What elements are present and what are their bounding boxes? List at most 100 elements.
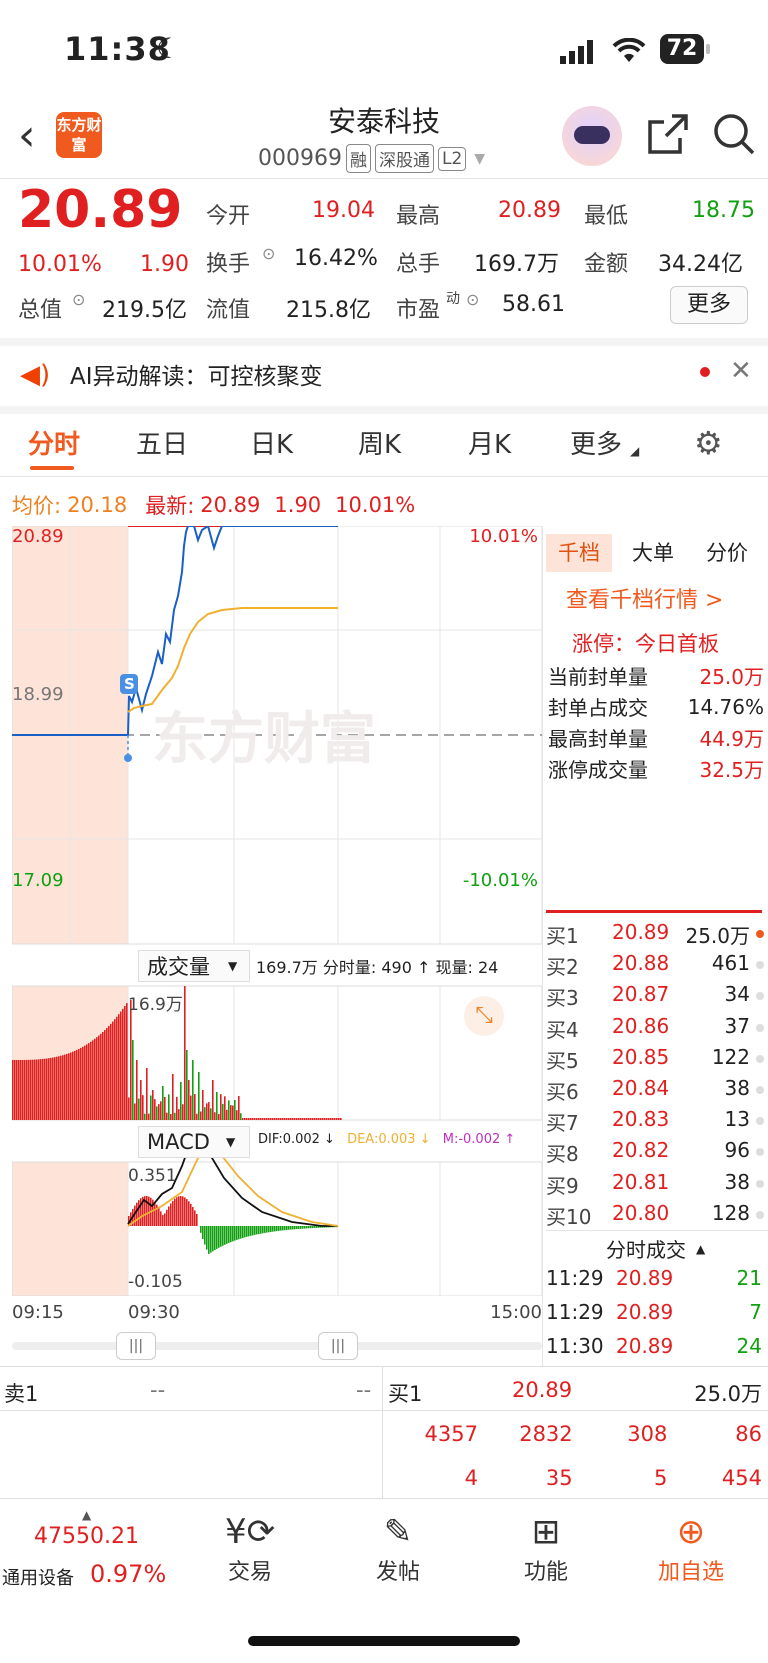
volume-bar xyxy=(176,1096,178,1120)
ai-assistant-avatar[interactable] xyxy=(562,106,622,166)
volume-bar xyxy=(188,1080,190,1120)
macd-bar xyxy=(178,1196,180,1226)
last-change: 1.90 xyxy=(274,493,322,517)
volume-bar xyxy=(230,1105,232,1120)
bid-row[interactable]: 买4 20.86 37 xyxy=(546,1014,768,1044)
info-icon[interactable]: ⊙ xyxy=(262,244,275,263)
bid1-price: 20.89 xyxy=(512,1378,573,1402)
macd-indicator-select[interactable]: MACD ▼ xyxy=(138,1126,250,1158)
macd-bar xyxy=(274,1226,276,1232)
macd-bar xyxy=(148,1196,150,1226)
volume-bar xyxy=(254,1118,256,1120)
nav-trade[interactable]: ¥⟳ 交易 xyxy=(210,1510,290,1586)
volume-bar xyxy=(326,1118,328,1120)
more-quote-button[interactable]: 更多 xyxy=(670,286,748,324)
tab-depth[interactable]: 千档 xyxy=(546,534,612,572)
macd-bar xyxy=(254,1226,256,1235)
volume-bar xyxy=(274,1118,276,1120)
volume-indicator-select[interactable]: 成交量 ▼ xyxy=(138,950,250,982)
close-icon[interactable]: ✕ xyxy=(730,356,752,386)
nav-post[interactable]: ✎ 发帖 xyxy=(358,1510,438,1586)
trade-row: 11:29 20.89 7 xyxy=(546,1300,768,1330)
bid-volume: 34 xyxy=(724,982,750,1007)
macd-bar xyxy=(280,1226,282,1231)
volume-bar xyxy=(164,1096,166,1120)
index-value[interactable]: 47550.21 xyxy=(34,1524,139,1549)
info-icon[interactable]: ⊙ xyxy=(466,290,479,309)
volume-bar xyxy=(302,1118,304,1120)
bid-row[interactable]: 买2 20.88 461 xyxy=(546,951,768,981)
intraday-chart[interactable]: 东方财富 S 20.89 18.99 17.09 10.01% -10.01% … xyxy=(12,526,542,1323)
index-pct[interactable]: 0.97% xyxy=(90,1560,166,1588)
volume-bar xyxy=(280,1118,282,1120)
tag-connect: 深股通 xyxy=(374,144,434,173)
macd-bar xyxy=(186,1199,188,1226)
expand-icon[interactable]: ⤡ xyxy=(464,996,504,1036)
tab-weekly[interactable]: 周K xyxy=(358,424,401,461)
range-handle-right[interactable]: ||| xyxy=(318,1332,358,1360)
tab-large-orders[interactable]: 大单 xyxy=(632,534,674,572)
bid-level: 买2 xyxy=(546,955,579,980)
index-name[interactable]: 通用设备 xyxy=(2,1564,74,1590)
stat-value: 25.0万 xyxy=(699,665,764,689)
macd-min-label: -0.105 xyxy=(128,1272,183,1292)
share-icon[interactable] xyxy=(646,112,690,160)
tab-indicator xyxy=(30,466,74,470)
macd-info: DIF:0.002 ↓ DEA:0.003 ↓ M:-0.002 ↑ xyxy=(258,1132,515,1147)
stat-label: 涨停成交量 xyxy=(548,758,648,782)
macd-bar xyxy=(258,1226,260,1235)
tag-margin: 融 xyxy=(345,144,371,173)
pct-axis-bottom: -10.01% xyxy=(462,870,538,891)
nav-add-watchlist[interactable]: ⊕ 加自选 xyxy=(646,1510,736,1586)
macd-indicator-label: MACD xyxy=(147,1130,210,1154)
tab-daily[interactable]: 日K xyxy=(250,424,293,461)
battery-icon: 72 xyxy=(660,34,710,64)
volume-bar xyxy=(256,1118,258,1120)
bid-row[interactable]: 买10 20.80 128 xyxy=(546,1201,768,1231)
tab-intraday[interactable]: 分时 xyxy=(28,424,80,461)
chart-canvas: 东方财富 S xyxy=(12,526,542,1296)
volume-bar xyxy=(244,1118,246,1120)
volume-bar xyxy=(26,1059,28,1120)
volume-bar xyxy=(98,1035,100,1120)
bid-row[interactable]: 买5 20.85 122 xyxy=(546,1045,768,1075)
volume-bar xyxy=(108,1025,110,1120)
tab-monthly[interactable]: 月K xyxy=(468,424,511,461)
volume-bar xyxy=(86,1044,88,1120)
trade-volume: 7 xyxy=(749,1300,762,1324)
nav-function[interactable]: ⊞ 功能 xyxy=(506,1510,586,1586)
ai-insight-text[interactable]: AI异动解读：可控核聚变 xyxy=(70,357,323,391)
stock-code-row[interactable]: 000969 融 深股通 L2 ▼ xyxy=(258,144,485,173)
macd-bar xyxy=(252,1226,254,1236)
tab-5day[interactable]: 五日 xyxy=(136,424,188,461)
volume-bar xyxy=(130,1000,132,1120)
volume-bar xyxy=(140,1080,142,1120)
macd-bar xyxy=(180,1196,182,1226)
volume-bar xyxy=(218,1113,220,1120)
range-slider-track[interactable] xyxy=(12,1342,542,1350)
settings-icon[interactable]: ⚙ xyxy=(694,424,723,462)
tab-more[interactable]: 更多 xyxy=(570,424,622,461)
range-handle-left[interactable]: ||| xyxy=(116,1332,156,1360)
macd-bar xyxy=(272,1226,274,1232)
bid-volume: 38 xyxy=(724,1076,750,1100)
bid-row[interactable]: 买1 20.89 25.0万 xyxy=(546,920,768,950)
volume-bar xyxy=(44,1058,46,1120)
macd-bar xyxy=(204,1226,206,1245)
bid-row[interactable]: 买3 20.87 34 xyxy=(546,982,768,1012)
volume-bar xyxy=(84,1045,86,1120)
trades-header[interactable]: 分时成交 ▲ xyxy=(606,1234,705,1263)
tab-price-dist[interactable]: 分价 xyxy=(706,534,748,572)
macd-bar xyxy=(312,1226,314,1229)
trade-volume: 21 xyxy=(736,1266,762,1290)
bid-row[interactable]: 买7 20.83 13 xyxy=(546,1107,768,1137)
view-depth-link[interactable]: 查看千档行情 > xyxy=(566,582,723,614)
volume-bar xyxy=(156,1106,158,1120)
info-icon[interactable]: ⊙ xyxy=(72,290,85,309)
bid-row[interactable]: 买9 20.81 38 xyxy=(546,1170,768,1200)
stat-label: 封单占成交 xyxy=(548,696,648,720)
search-icon[interactable] xyxy=(712,112,756,160)
divider xyxy=(546,1230,768,1231)
bid-row[interactable]: 买8 20.82 96 xyxy=(546,1138,768,1168)
bid-row[interactable]: 买6 20.84 38 xyxy=(546,1076,768,1106)
